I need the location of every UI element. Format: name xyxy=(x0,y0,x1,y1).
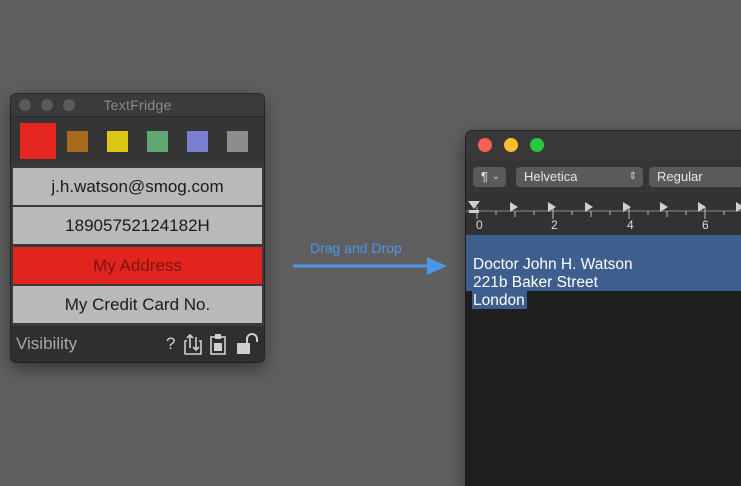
window-title: TextFridge xyxy=(103,97,172,113)
list-item-number[interactable]: 18905752124182H xyxy=(13,207,262,244)
pilcrow-icon: ¶ xyxy=(481,169,488,184)
swatch-green[interactable] xyxy=(147,131,168,152)
textedit-window: ¶ ⌄ Helvetica ⇕ Regular 0 2 4 6 Doctor J… xyxy=(466,131,741,486)
arrow-right-icon xyxy=(293,257,447,275)
desktop: TextFridge j.h.watson@smog.com 189057521… xyxy=(0,0,741,486)
textedit-titlebar[interactable] xyxy=(466,131,741,161)
ruler-number: 2 xyxy=(551,218,558,232)
textfridge-titlebar[interactable]: TextFridge xyxy=(11,94,264,117)
textfridge-window: TextFridge j.h.watson@smog.com 189057521… xyxy=(11,94,264,362)
clipboard-icon[interactable] xyxy=(209,332,227,356)
font-family-popup[interactable]: Helvetica ⇕ xyxy=(516,167,643,187)
ruler[interactable]: 0 2 4 6 xyxy=(466,193,741,236)
visibility-label[interactable]: Visibility xyxy=(16,334,77,354)
bottom-bar: Visibility ? xyxy=(11,326,264,362)
ruler-marks xyxy=(466,201,741,219)
format-toolbar: ¶ ⌄ Helvetica ⇕ Regular xyxy=(466,161,741,193)
drag-drop-label: Drag and Drop xyxy=(310,240,402,256)
swatch-gray[interactable] xyxy=(227,131,248,152)
document-line: 221b Baker Street xyxy=(473,274,598,291)
swatch-purple[interactable] xyxy=(187,131,208,152)
list-item-credit-card[interactable]: My Credit Card No. xyxy=(13,286,262,323)
swatch-brown[interactable] xyxy=(67,131,88,152)
unlock-icon[interactable] xyxy=(235,332,259,356)
list-item-label: My Credit Card No. xyxy=(64,294,211,314)
list-item-label: 18905752124182H xyxy=(65,215,210,235)
font-style-value: Regular xyxy=(657,169,703,184)
list-item-label: j.h.watson@smog.com xyxy=(51,176,224,196)
updown-chevron-icon: ⇕ xyxy=(628,171,637,182)
ruler-number: 6 xyxy=(702,218,709,232)
first-line-indent-marker xyxy=(468,201,480,209)
close-button[interactable] xyxy=(478,138,492,152)
paragraph-style-popup[interactable]: ¶ ⌄ xyxy=(473,167,506,187)
chevron-down-icon: ⌄ xyxy=(491,171,500,182)
document-line: London xyxy=(473,292,525,309)
zoom-button[interactable] xyxy=(530,138,544,152)
left-indent-marker xyxy=(469,210,479,213)
font-family-value: Helvetica xyxy=(524,169,578,184)
ruler-number: 0 xyxy=(476,218,483,232)
color-swatch-row xyxy=(11,117,264,163)
swatch-red[interactable] xyxy=(20,123,56,159)
ruler-number: 4 xyxy=(627,218,634,232)
list-item-email[interactable]: j.h.watson@smog.com xyxy=(13,168,262,205)
list-item-address[interactable]: My Address xyxy=(13,247,262,284)
document-line: Doctor John H. Watson xyxy=(473,256,633,273)
list-item-label: My Address xyxy=(93,255,182,275)
share-icon[interactable] xyxy=(183,332,203,356)
document-text-area[interactable]: Doctor John H. Watson 221b Baker Street … xyxy=(466,235,741,486)
font-style-popup[interactable]: Regular xyxy=(649,167,741,187)
help-button[interactable]: ? xyxy=(166,334,175,358)
swatch-yellow[interactable] xyxy=(107,131,128,152)
minimize-button[interactable] xyxy=(504,138,518,152)
